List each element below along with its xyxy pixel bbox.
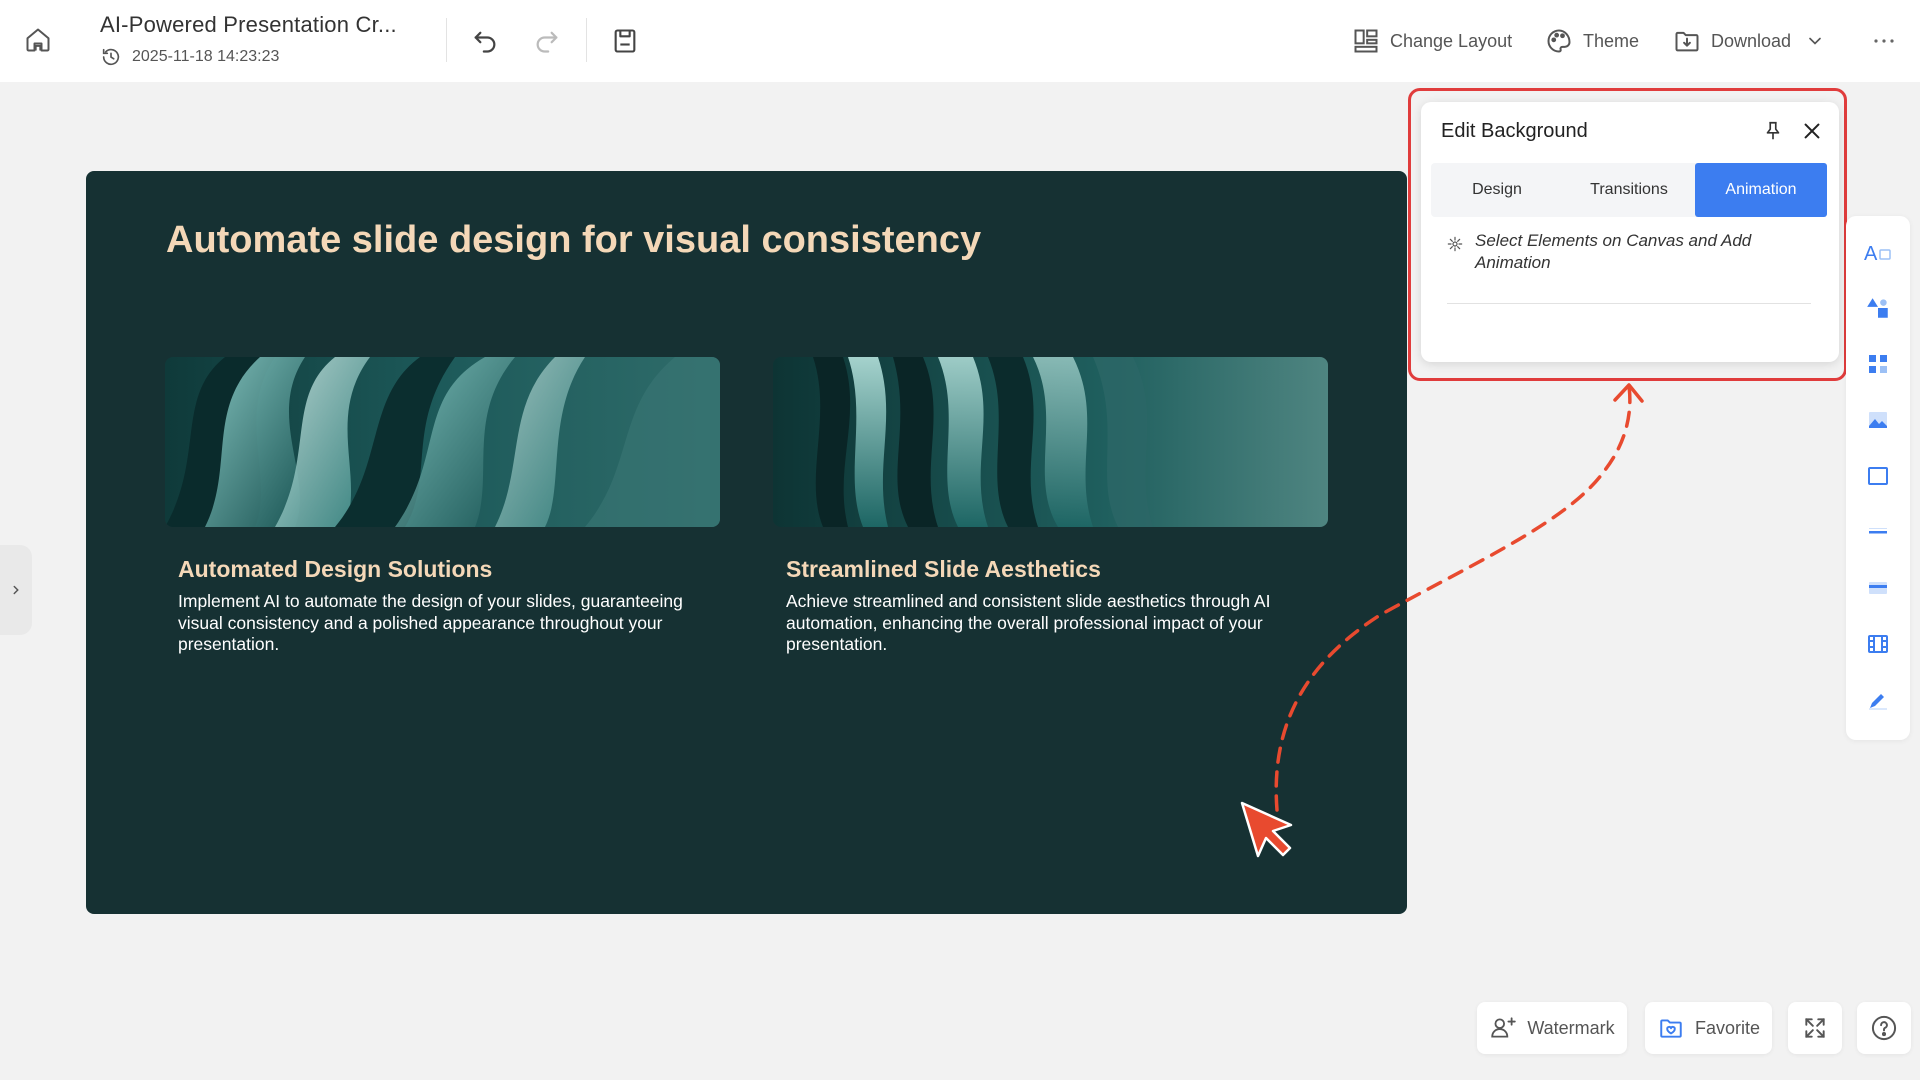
- insert-shapes-button[interactable]: [1860, 290, 1896, 326]
- help-icon: [1871, 1015, 1897, 1041]
- document-timestamp: 2025-11-18 14:23:23: [100, 46, 397, 68]
- frame-icon: [1868, 467, 1888, 485]
- redo-icon: [536, 31, 558, 53]
- history-icon: [102, 48, 120, 66]
- text-icon: A: [1864, 243, 1891, 264]
- panel-title: Edit Background: [1441, 120, 1588, 142]
- undo-button[interactable]: [465, 22, 505, 60]
- shapes-icon: [1867, 298, 1888, 318]
- sparkle-icon: [1447, 236, 1463, 252]
- chevron-right-icon: [13, 585, 19, 595]
- animation-hint-text: Select Elements on Canvas and Add Animat…: [1475, 231, 1752, 272]
- card-body-2[interactable]: Achieve streamlined and consistent slide…: [786, 591, 1316, 656]
- change-layout-label: Change Layout: [1390, 30, 1513, 51]
- favorite-folder-icon: [1660, 1019, 1682, 1038]
- insert-banner-button[interactable]: [1860, 570, 1896, 606]
- watermark-button[interactable]: Watermark: [1477, 1002, 1627, 1054]
- watermark-icon: [1491, 1017, 1517, 1038]
- panel-tabs: Design Transitions Animation: [1431, 163, 1827, 217]
- favorite-label: Favorite: [1694, 1017, 1761, 1038]
- favorite-button[interactable]: Favorite: [1645, 1002, 1772, 1054]
- insert-line-button[interactable]: [1860, 514, 1896, 550]
- elements-icon: [1869, 355, 1887, 373]
- slide-title[interactable]: Automate slide design for visual consist…: [166, 219, 981, 262]
- chevron-down-icon: [1809, 37, 1821, 45]
- insert-image-button[interactable]: [1860, 402, 1896, 438]
- download-folder-icon: [1675, 31, 1699, 52]
- change-layout-button[interactable]: Change Layout: [1352, 24, 1512, 58]
- help-button[interactable]: [1857, 1002, 1911, 1054]
- download-label: Download: [1711, 30, 1792, 51]
- animation-hint: Select Elements on Canvas and Add Animat…: [1447, 230, 1785, 274]
- fullscreen-button[interactable]: [1788, 1002, 1842, 1054]
- theme-label: Theme: [1583, 30, 1640, 51]
- slide-canvas[interactable]: Automate slide design for visual consist…: [86, 171, 1407, 914]
- line-icon: [1869, 528, 1887, 534]
- save-button[interactable]: [605, 22, 645, 60]
- palette-icon: [1547, 29, 1571, 53]
- redo-button[interactable]: [527, 22, 567, 60]
- abstract-waves-image: [165, 357, 720, 527]
- insert-drawing-button[interactable]: [1860, 682, 1896, 718]
- card-image-2[interactable]: [773, 357, 1328, 527]
- draw-icon: [1869, 694, 1887, 710]
- edit-background-panel: Edit Background Design Transitions Anima…: [1421, 102, 1839, 362]
- close-button[interactable]: [1797, 116, 1827, 146]
- watermark-label: Watermark: [1527, 1017, 1615, 1038]
- pin-button[interactable]: [1759, 116, 1787, 146]
- insert-video-button[interactable]: [1860, 626, 1896, 662]
- card-body-1[interactable]: Implement AI to automate the design of y…: [178, 591, 708, 656]
- home-icon: [26, 28, 50, 52]
- insert-elements-button[interactable]: [1860, 346, 1896, 382]
- more-icon: [1874, 39, 1894, 43]
- table-bar-icon: [1869, 582, 1887, 594]
- theme-button[interactable]: Theme: [1545, 24, 1639, 58]
- card-image-1[interactable]: [165, 357, 720, 527]
- expand-sidebar-button[interactable]: [0, 545, 32, 635]
- timestamp-text: 2025-11-18 14:23:23: [132, 48, 280, 65]
- tab-design[interactable]: Design: [1431, 163, 1563, 217]
- fullscreen-icon: [1805, 1018, 1825, 1038]
- top-toolbar: AI-Powered Presentation Cr... 2025-11-18…: [0, 0, 1920, 82]
- divider: [586, 18, 587, 62]
- video-icon: [1868, 635, 1888, 653]
- insert-text-button[interactable]: A: [1860, 234, 1896, 270]
- more-options-button[interactable]: [1866, 24, 1902, 58]
- save-icon: [614, 29, 636, 53]
- download-button[interactable]: Download: [1673, 24, 1835, 58]
- right-insert-toolbar: A: [1846, 216, 1910, 740]
- insert-frame-button[interactable]: [1860, 458, 1896, 494]
- document-info: AI-Powered Presentation Cr... 2025-11-18…: [100, 12, 397, 68]
- card-heading-1[interactable]: Automated Design Solutions: [178, 556, 492, 583]
- close-icon: [1804, 123, 1820, 139]
- card-heading-2[interactable]: Streamlined Slide Aesthetics: [786, 556, 1101, 583]
- annotation-arrowhead: [1613, 383, 1644, 403]
- pin-icon: [1766, 121, 1780, 140]
- divider: [446, 18, 447, 62]
- home-button[interactable]: [20, 22, 56, 58]
- image-icon: [1869, 412, 1887, 428]
- divider: [1447, 303, 1811, 304]
- abstract-ribbons-image: [773, 357, 1328, 527]
- layout-icon: [1354, 29, 1378, 53]
- tab-transitions[interactable]: Transitions: [1563, 163, 1695, 217]
- document-title[interactable]: AI-Powered Presentation Cr...: [100, 12, 397, 38]
- tab-animation[interactable]: Animation: [1695, 163, 1827, 217]
- svg-text:A: A: [1864, 243, 1878, 264]
- undo-icon: [474, 31, 496, 53]
